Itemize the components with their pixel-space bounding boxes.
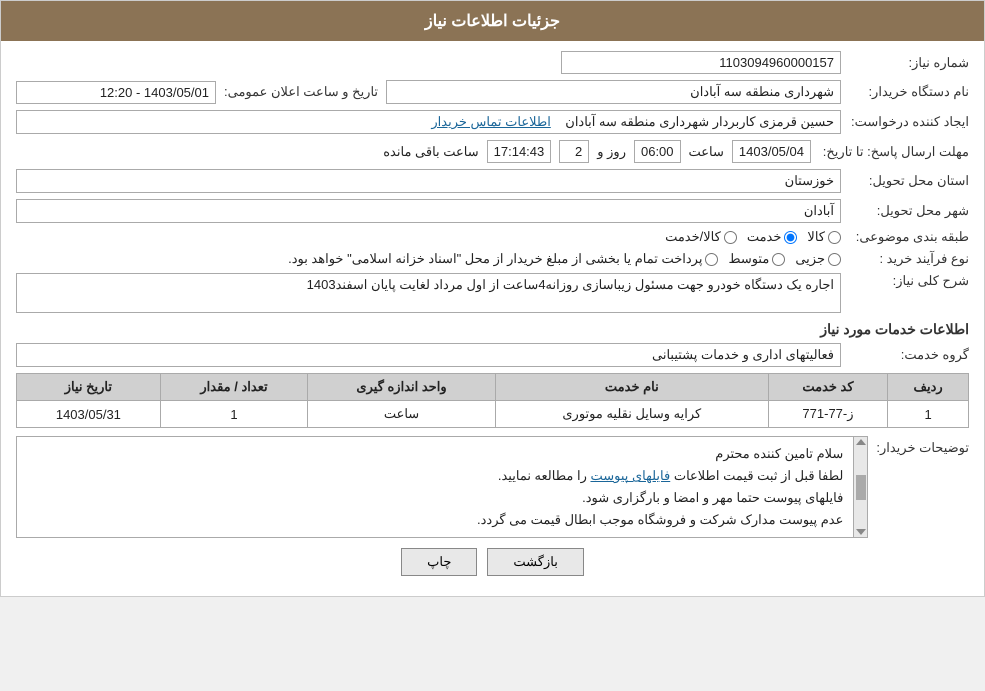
farayand-mottavasset[interactable]: متوسط [728, 251, 785, 267]
tosihaat-wrapper: سلام تامین کننده محترم لطفا قبل از ثبت ق… [16, 436, 868, 538]
shomare-niaz-row: شماره نیاز: 1103094960000157 [16, 51, 969, 74]
nam-dastgah-value: شهرداری منطقه سه آبادان [386, 80, 841, 104]
mohlat-rooz-label: روز و [597, 144, 626, 160]
mohlat-date: 1403/05/04 [732, 140, 811, 163]
ejad-value: حسین قرمزی کاربردار شهرداری منطقه سه آبا… [16, 110, 841, 134]
shahr-label: شهر محل تحویل: [849, 203, 969, 219]
shahr-value: آبادان [16, 199, 841, 223]
scroll-down-arrow[interactable] [856, 529, 866, 535]
sharh-row: شرح کلی نیاز: اجاره یک دستگاه خودرو جهت … [16, 273, 969, 313]
grohe-value: فعالیتهای اداری و خدمات پشتیبانی [16, 343, 841, 367]
nam-dastgah-label: نام دستگاه خریدار: [849, 84, 969, 100]
scrollbar [853, 437, 867, 537]
sharh-label: شرح کلی نیاز: [849, 273, 969, 289]
baz-gardashtan-button[interactable]: بازگشت [487, 548, 583, 576]
ejad-label: ایجاد کننده درخواست: [849, 114, 969, 130]
tosihaat-section: توضیحات خریدار: سلام تامین کننده محترم ل… [16, 436, 969, 538]
tosihaat-label: توضیحات خریدار: [876, 436, 969, 456]
ostan-label: استان محل تحویل: [849, 173, 969, 189]
tarikh-label: تاریخ و ساعت اعلان عمومی: [224, 84, 378, 100]
cell-tarikh: 1403/05/31 [17, 401, 161, 428]
nave-farayand-options: جزیی متوسط پرداخت تمام یا بخشی از مبلغ خ… [288, 251, 841, 267]
tabaqe-khedmat[interactable]: خدمت [747, 229, 798, 245]
scroll-up-arrow[interactable] [856, 439, 866, 445]
page-header: جزئیات اطلاعات نیاز [1, 1, 984, 41]
sharh-value: اجاره یک دستگاه خودرو جهت مسئول زیباسازی… [16, 273, 841, 313]
note-line-4: عدم پیوست مدارک شرکت و فروشگاه موجب ابطا… [27, 509, 843, 531]
note-line-2: لطفا قبل از ثبت قیمت اطلاعات فایلهای پیو… [27, 465, 843, 487]
tabaqe-kala-khedmat[interactable]: کالا/خدمت [665, 229, 737, 245]
mohlat-saat-label: ساعت [689, 144, 724, 160]
grohe-row: گروه خدمت: فعالیتهای اداری و خدمات پشتیب… [16, 343, 969, 367]
col-nam: نام خدمت [495, 374, 768, 401]
nam-dastgah-row: نام دستگاه خریدار: شهرداری منطقه سه آباد… [16, 80, 969, 104]
nave-farayand-label: نوع فرآیند خرید : [849, 251, 969, 267]
table-row: 1 ز-77-771 کرایه وسایل نقلیه موتوری ساعت… [17, 401, 969, 428]
mohlat-saat: 06:00 [634, 140, 681, 163]
note-line-1: سلام تامین کننده محترم [27, 443, 843, 465]
grohe-label: گروه خدمت: [849, 347, 969, 363]
mohlat-rooz: 2 [559, 140, 589, 163]
cell-radif: 1 [888, 401, 969, 428]
cell-nam: کرایه وسایل نقلیه موتوری [495, 401, 768, 428]
tabaqe-row: طبقه بندی موضوعی: کالا خدمت کالا/خدمت [16, 229, 969, 245]
table-header: ردیف کد خدمت نام خدمت واحد اندازه گیری ت… [17, 374, 969, 401]
scroll-thumb [856, 475, 866, 500]
col-tedad: تعداد / مقدار [160, 374, 307, 401]
chap-button[interactable]: چاپ [401, 548, 477, 576]
mohlat-row: مهلت ارسال پاسخ: تا تاریخ: 1403/05/04 سا… [16, 140, 969, 163]
farayand-jozi[interactable]: جزیی [795, 251, 841, 267]
tosihaat-content: سلام تامین کننده محترم لطفا قبل از ثبت ق… [17, 437, 853, 537]
ostan-row: استان محل تحویل: خوزستان [16, 169, 969, 193]
table-body: 1 ز-77-771 کرایه وسایل نقلیه موتوری ساعت… [17, 401, 969, 428]
tabaqe-kala[interactable]: کالا [807, 229, 841, 245]
nave-farayand-row: نوع فرآیند خرید : جزیی متوسط پرداخت تمام… [16, 251, 969, 267]
note-line-3: فایلهای پیوست حتما مهر و امضا و بارگزاری… [27, 487, 843, 509]
col-radif: ردیف [888, 374, 969, 401]
tabaqe-options: کالا خدمت کالا/خدمت [665, 229, 841, 245]
ejad-row: ایجاد کننده درخواست: حسین قرمزی کاربردار… [16, 110, 969, 134]
note-link[interactable]: فایلهای پیوست [590, 468, 670, 483]
farayand-esnad-text: پرداخت تمام یا بخشی از مبلغ خریدار از مح… [288, 251, 702, 267]
ejad-text: حسین قرمزی کاربردار شهرداری منطقه سه آبا… [565, 114, 834, 129]
cell-tedad: 1 [160, 401, 307, 428]
shahr-row: شهر محل تحویل: آبادان [16, 199, 969, 223]
shomare-niaz-label: شماره نیاز: [849, 55, 969, 71]
farayand-esnad: پرداخت تمام یا بخشی از مبلغ خریدار از مح… [288, 251, 718, 267]
col-vahed: واحد اندازه گیری [308, 374, 496, 401]
shomare-niaz-value: 1103094960000157 [561, 51, 841, 74]
cell-kod: ز-77-771 [768, 401, 887, 428]
khadamat-section-title: اطلاعات خدمات مورد نیاز [16, 321, 969, 338]
page-wrapper: جزئیات اطلاعات نیاز شماره نیاز: 11030949… [0, 0, 985, 597]
tabaqe-label: طبقه بندی موضوعی: [849, 229, 969, 245]
page-title: جزئیات اطلاعات نیاز [425, 13, 560, 30]
cell-vahed: ساعت [308, 401, 496, 428]
col-kod: کد خدمت [768, 374, 887, 401]
mohlat-label: مهلت ارسال پاسخ: تا تاریخ: [819, 144, 969, 160]
ostan-value: خوزستان [16, 169, 841, 193]
mohlat-baqi-label: ساعت باقی مانده [383, 144, 478, 160]
ejad-link[interactable]: اطلاعات تماس خریدار [431, 114, 550, 129]
col-tarikh: تاریخ نیاز [17, 374, 161, 401]
services-table: ردیف کد خدمت نام خدمت واحد اندازه گیری ت… [16, 373, 969, 428]
tarikh-value: 1403/05/01 - 12:20 [16, 81, 216, 104]
mohlat-baqi: 17:14:43 [487, 140, 552, 163]
content-area: شماره نیاز: 1103094960000157 نام دستگاه … [1, 41, 984, 596]
button-group: بازگشت چاپ [16, 548, 969, 576]
